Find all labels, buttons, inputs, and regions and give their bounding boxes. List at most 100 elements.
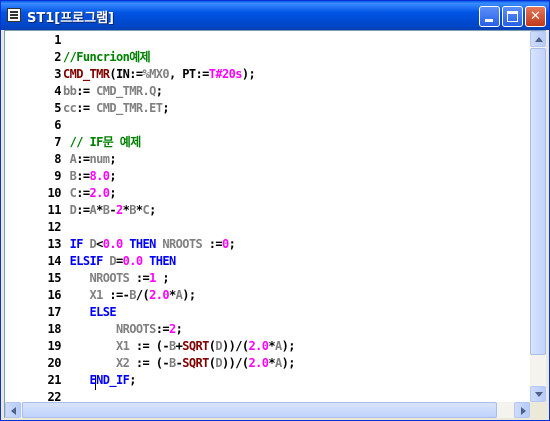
code-line: CMD_TMR(IN:=%MX0, PT:=T#20s); <box>63 66 256 83</box>
code-token: A <box>275 339 282 353</box>
code-token: * <box>268 339 275 353</box>
code-token: ; <box>109 169 116 183</box>
code-token: ; <box>155 84 163 98</box>
code-token: 2.0 <box>89 186 110 200</box>
line-number: 10 <box>47 186 62 200</box>
horizontal-scroll-thumb[interactable] <box>22 402 497 418</box>
line-number: 16 <box>47 288 62 302</box>
code-token: C <box>63 186 77 200</box>
line-number: 13 <box>47 237 62 251</box>
code-line: //Funcrion예제 <box>63 49 151 66</box>
code-token: * <box>135 203 143 217</box>
code-token: 1 <box>149 271 156 285</box>
code-token: 0.0 <box>122 254 143 268</box>
window-title: ST1[프로그램] <box>27 11 114 26</box>
code-line: ELSE <box>63 304 116 321</box>
size-grip[interactable] <box>530 402 546 418</box>
document-icon[interactable] <box>7 8 21 22</box>
code-token: B <box>129 288 136 302</box>
line-number: 15 <box>47 271 62 285</box>
code-token: SQRT <box>182 339 209 353</box>
code-token: X1 <box>63 339 130 353</box>
code-token: bb <box>63 84 77 98</box>
line-number-gutter: 1 2 3 4 5 6 7 8 9 10 11 12 13 14 15 16 17 18 19 20 21 22 <box>5 31 62 404</box>
code-token: ); <box>241 67 256 81</box>
code-token: :=- <box>102 288 130 302</box>
code-token: ))/( <box>222 339 249 353</box>
line-number: 8 <box>54 152 61 166</box>
code-token: A <box>275 356 282 370</box>
line-number: 2 <box>54 50 61 64</box>
maximize-button[interactable] <box>502 6 523 27</box>
scroll-right-button[interactable] <box>514 402 530 418</box>
code-line: X1 := (-B+SQRT(D))/(2.0*A); <box>63 338 296 355</box>
code-token: := <box>76 203 90 217</box>
scroll-left-button[interactable] <box>5 402 21 418</box>
line-number: 7 <box>54 135 61 149</box>
code-token: X2 <box>63 356 130 370</box>
code-token: := (- <box>129 356 170 370</box>
code-line: C:=2.0; <box>63 185 117 202</box>
code-token: ; <box>109 186 116 200</box>
code-line: cc:= CMD_TMR.ET; <box>63 100 170 117</box>
code-token: CMD_TMR.ET <box>96 101 163 115</box>
code-token: * <box>96 203 103 217</box>
code-token: 2 <box>169 322 176 336</box>
code-token: ; <box>149 203 156 217</box>
code-editor[interactable]: //Funcrion예제 CMD_TMR(IN:=%MX0, PT:=T#20s)… <box>63 31 528 391</box>
code-token: THEN <box>122 237 163 251</box>
code-line: END_IF; <box>63 372 136 389</box>
code-token: B <box>129 203 136 217</box>
editor-client-area: 1 2 3 4 5 6 7 8 9 10 11 12 13 14 15 16 17 18 19 20 21 22 //Fu… <box>4 30 546 418</box>
code-token: //Funcrion예제 <box>63 50 151 64</box>
code-token: 2.0 <box>248 356 269 370</box>
line-number: 9 <box>54 169 61 183</box>
scroll-up-button[interactable] <box>530 31 546 47</box>
line-number: 14 <box>47 254 62 268</box>
code-token: ELSE <box>63 305 116 319</box>
code-token: NROOTS <box>162 237 203 251</box>
title-bar[interactable]: ST1[프로그램] ✕ <box>1 1 549 30</box>
code-token: * <box>268 356 275 370</box>
line-number: 12 <box>47 220 62 234</box>
arrow-left-icon <box>11 407 16 415</box>
code-token: (IN:= <box>109 67 143 81</box>
code-token: ; <box>175 322 183 336</box>
code-token: ))/( <box>222 356 249 370</box>
vertical-scroll-thumb[interactable] <box>530 48 546 355</box>
line-number: 19 <box>47 339 62 353</box>
code-token: D <box>63 203 77 217</box>
code-token: // IF문 예제 <box>63 135 142 149</box>
code-token: B <box>63 169 77 183</box>
code-token: A <box>63 152 77 166</box>
line-number: 11 <box>47 203 62 217</box>
code-token: D <box>215 356 222 370</box>
code-token: 8.0 <box>89 169 110 183</box>
maximize-icon <box>507 11 518 22</box>
horizontal-scrollbar[interactable] <box>5 402 530 418</box>
scroll-down-button[interactable] <box>530 386 546 402</box>
code-line: IF D<0.0 THEN NROOTS :=0; <box>63 236 236 253</box>
code-token: 2.0 <box>248 339 269 353</box>
code-token: ; <box>155 271 169 285</box>
code-token: B <box>169 339 176 353</box>
vertical-scrollbar[interactable] <box>530 31 546 403</box>
code-token: 2 <box>116 203 123 217</box>
code-token: 0.0 <box>102 237 123 251</box>
code-line: NROOTS:=2; <box>63 321 183 338</box>
code-token: ); <box>281 339 296 353</box>
code-token: ; <box>228 237 236 251</box>
code-token: := <box>76 152 90 166</box>
code-token: SQRT <box>182 356 209 370</box>
minimize-icon <box>485 19 493 22</box>
code-token: ELSIF <box>63 254 110 268</box>
close-button[interactable]: ✕ <box>525 6 546 27</box>
code-token: := (- <box>129 339 170 353</box>
code-token: T#20s <box>208 67 243 81</box>
minimize-button[interactable] <box>479 6 500 27</box>
line-number: 4 <box>54 84 61 98</box>
code-token: X1 <box>63 288 103 302</box>
code-token: := <box>76 101 97 115</box>
code-line: bb:= CMD_TMR.Q; <box>63 83 163 100</box>
code-token: D <box>215 339 222 353</box>
